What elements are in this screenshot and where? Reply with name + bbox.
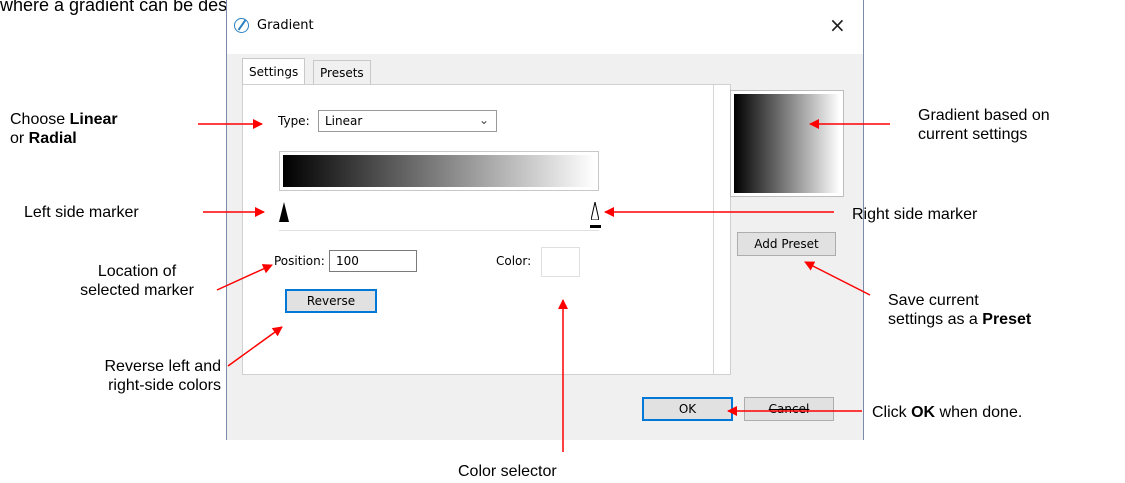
annotation-arrows [198,119,890,452]
arrow-position [216,264,273,291]
arrow-reverse [227,326,283,367]
arrow-add-preset [804,261,871,296]
tab-settings[interactable]: Settings [242,58,306,84]
